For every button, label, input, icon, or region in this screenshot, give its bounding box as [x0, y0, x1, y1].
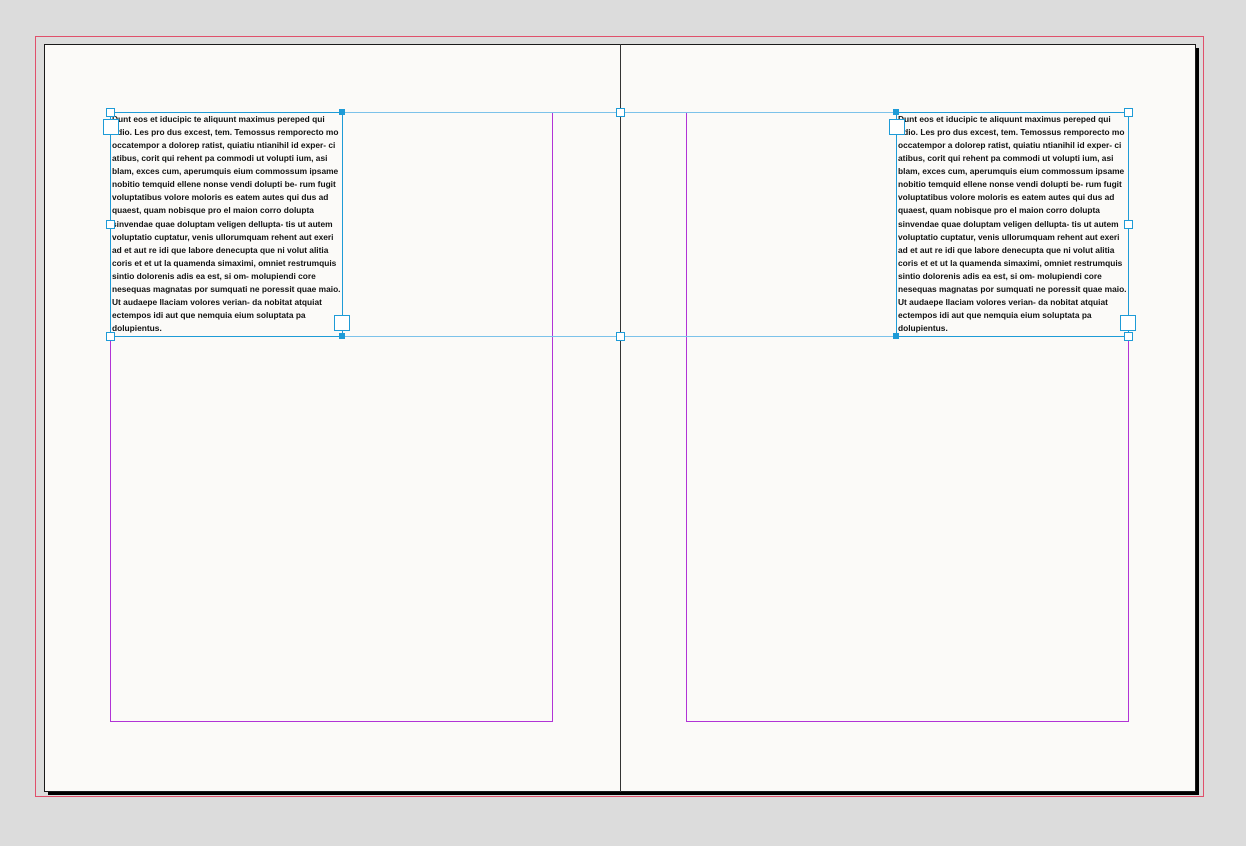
group-handle-top-center[interactable]: [616, 108, 625, 117]
group-handle-bottom-center[interactable]: [616, 332, 625, 341]
left-frame-in-port[interactable]: [103, 119, 119, 135]
group-handle-middle-left[interactable]: [106, 220, 115, 229]
right-frame-anchor-top-left[interactable]: [893, 109, 899, 115]
right-frame-out-port[interactable]: [1120, 315, 1136, 331]
text-frame-left[interactable]: Dunt eos et iducipic te aliquunt maximus…: [110, 112, 343, 337]
group-handle-bottom-left[interactable]: [106, 332, 115, 341]
left-frame-out-port[interactable]: [334, 315, 350, 331]
right-frame-in-port[interactable]: [889, 119, 905, 135]
left-frame-anchor-top-right[interactable]: [339, 109, 345, 115]
text-frame-right[interactable]: Dunt eos et iducipic te aliquunt maximus…: [896, 112, 1129, 337]
left-frame-anchor-bottom-right[interactable]: [339, 333, 345, 339]
group-handle-top-right[interactable]: [1124, 108, 1133, 117]
right-frame-anchor-bottom-left[interactable]: [893, 333, 899, 339]
text-frame-left-content[interactable]: Dunt eos et iducipic te aliquunt maximus…: [111, 113, 342, 335]
text-frame-right-content[interactable]: Dunt eos et iducipic te aliquunt maximus…: [897, 113, 1128, 335]
spine-line: [620, 44, 621, 792]
group-handle-top-left[interactable]: [106, 108, 115, 117]
group-handle-bottom-right[interactable]: [1124, 332, 1133, 341]
group-handle-middle-right[interactable]: [1124, 220, 1133, 229]
